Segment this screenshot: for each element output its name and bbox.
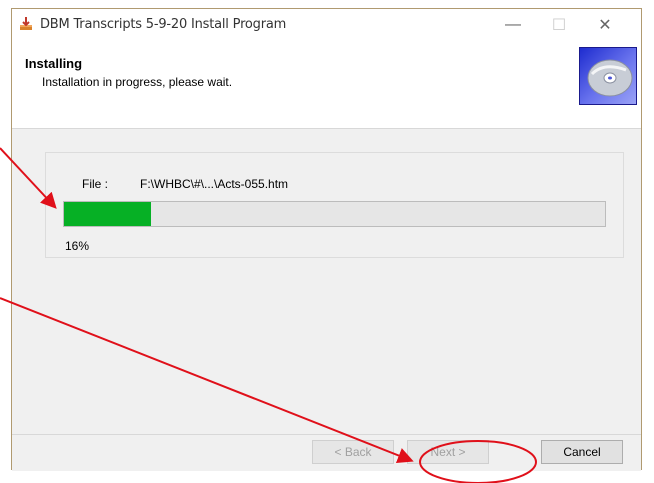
installer-app-icon (18, 16, 34, 32)
page-subtitle: Installation in progress, please wait. (42, 75, 233, 89)
page-title: Installing (25, 56, 83, 71)
wizard-header: Installing Installation in progress, ple… (12, 41, 641, 129)
cancel-button[interactable]: Cancel (541, 440, 623, 464)
current-file-path: F:\WHBC\#\...\Acts-055.htm (140, 177, 289, 191)
maximize-icon: ☐ (551, 17, 567, 34)
cd-disc-icon (579, 47, 637, 105)
title-bar[interactable]: DBM Transcripts 5-9-20 Install Program —… (12, 9, 641, 41)
wizard-content: File : F:\WHBC\#\...\Acts-055.htm 16% (12, 129, 641, 434)
back-button[interactable]: < Back (312, 440, 394, 464)
window-title: DBM Transcripts 5-9-20 Install Program (40, 17, 287, 32)
progress-percent: 16% (65, 239, 90, 253)
close-button[interactable]: ✕ (582, 9, 628, 41)
progress-fill (64, 202, 151, 226)
close-icon: ✕ (598, 17, 612, 34)
next-button[interactable]: Next > (407, 440, 489, 464)
install-progress-bar (63, 201, 606, 227)
installer-window: DBM Transcripts 5-9-20 Install Program —… (11, 8, 642, 471)
minimize-icon: — (505, 16, 521, 33)
minimize-button[interactable]: — (490, 9, 536, 41)
maximize-button[interactable]: ☐ (536, 9, 582, 41)
progress-group: File : F:\WHBC\#\...\Acts-055.htm 16% (45, 152, 624, 258)
file-label: File : (82, 177, 109, 191)
